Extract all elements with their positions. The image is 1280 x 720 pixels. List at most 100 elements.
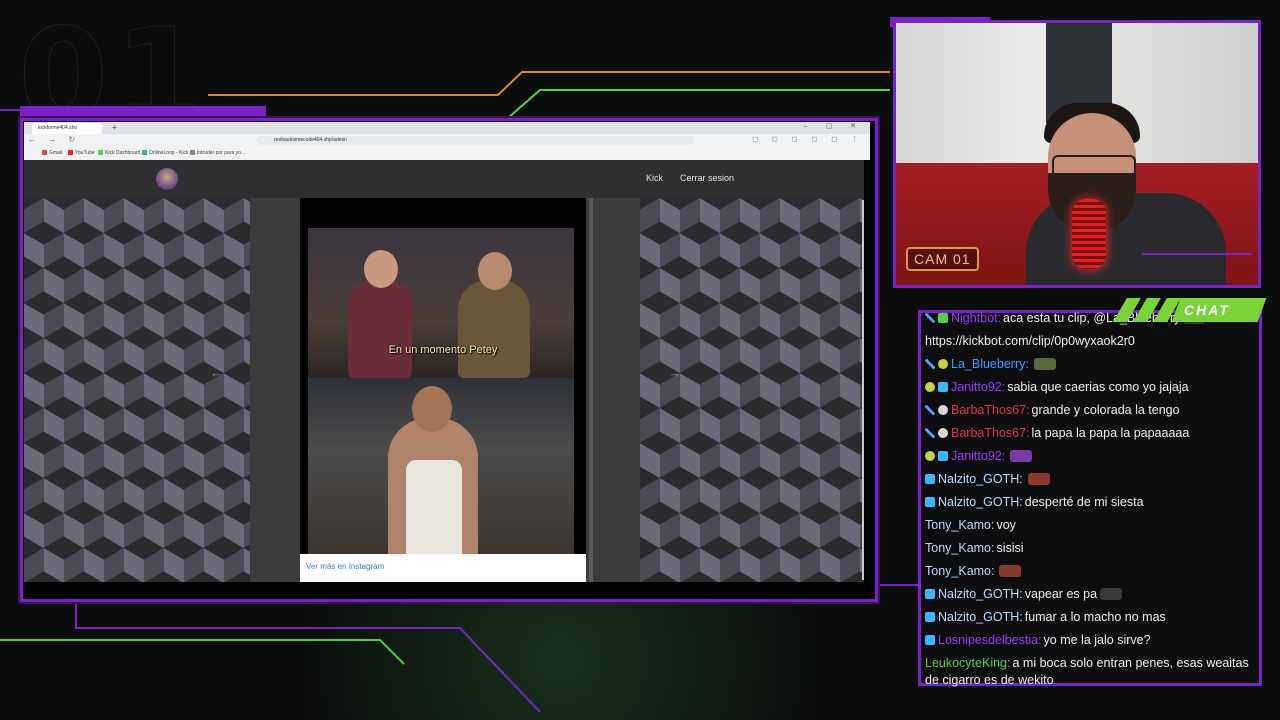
chat-message: Nalzito_GOTH: vapear es pa — [925, 583, 1259, 606]
chat-messages: Nightbot: aca esta tu clip, @La_Blueberry… — [925, 307, 1259, 689]
chat-message: Losnipesdelbestia: yo me la jalo sirve? — [925, 629, 1259, 652]
chat-text: la papa la papa la papaaaaa — [1031, 426, 1190, 440]
emote-icon — [1100, 588, 1123, 600]
chat-username[interactable]: Tony_Kamo: — [925, 541, 994, 555]
microphone — [1072, 199, 1106, 269]
chat-username[interactable]: Tony_Kamo: — [925, 518, 994, 532]
emote-icon — [1010, 450, 1033, 462]
chat-text: yo me la jalo sirve? — [1043, 633, 1151, 647]
chat-username[interactable]: Nalzito_GOTH: — [938, 610, 1023, 624]
coin-badge-icon — [938, 359, 948, 369]
instagram-embed-card: En un momento Petey Ver más en Instagram — [300, 198, 586, 582]
coin-badge-icon — [925, 451, 935, 461]
chat-username[interactable]: Janitto92: — [951, 449, 1005, 463]
chat-text: sisisi — [996, 541, 1024, 555]
chat-text: grande y colorada la tengo — [1031, 403, 1180, 417]
nav-logout-link[interactable]: Cerrar sesion — [680, 173, 734, 183]
chat-username[interactable]: BarbaThos67: — [951, 426, 1030, 440]
chat-username[interactable]: BarbaThos67: — [951, 403, 1030, 417]
chat-text: desperté de mi siesta — [1024, 495, 1144, 509]
chat-username[interactable]: Nalzito_GOTH: — [938, 472, 1023, 486]
chat-message: Tony_Kamo: sisisi — [925, 537, 1259, 560]
chat-panel: Nightbot: aca esta tu clip, @La_Blueberry… — [918, 307, 1262, 689]
cube-badge-icon — [925, 612, 935, 622]
chat-text: sabia que caerias como yo jajaja — [1007, 380, 1189, 394]
video-caption: En un momento Petey — [388, 344, 498, 356]
chat-username[interactable]: Nalzito_GOTH: — [938, 495, 1023, 509]
address-bar[interactable]: reebautosmecode404.shp/admin — [256, 136, 694, 145]
bookmark-youtube[interactable]: YouTube — [68, 150, 95, 156]
gym-man-head — [412, 386, 452, 432]
window-controls[interactable]: – ▢ ✕ — [804, 122, 864, 130]
person-right — [458, 280, 530, 378]
chat-username[interactable]: Tony_Kamo: — [925, 564, 994, 578]
video-player[interactable]: En un momento Petey — [300, 198, 586, 554]
skull-badge-icon — [938, 428, 948, 438]
emote-icon — [1027, 473, 1050, 485]
chat-username[interactable]: Nalzito_GOTH: — [938, 587, 1023, 601]
chat-text: fumar a lo macho no mas — [1024, 610, 1166, 624]
pattern-left — [24, 198, 250, 582]
chat-text: vapear es pa — [1024, 587, 1098, 601]
bookmark-gmail[interactable]: Gmail — [42, 150, 62, 156]
embed-scrollbar[interactable] — [589, 198, 593, 582]
gym-man-shirt — [406, 460, 462, 554]
chat-message: https://kickbot.com/clip/0p0wyxaok2r0 — [925, 330, 1259, 353]
bookmarks-bar: Gmail YouTube Kick Dashboard OnlineLoop … — [24, 147, 870, 160]
emote-icon — [999, 565, 1022, 577]
extensions-icon[interactable]: ◻ ◻ ◻ ◻ ◻ ⋮ — [752, 135, 864, 143]
browser-chrome: kickforme404.sho + – ▢ ✕ ← → ↻ reebautos… — [24, 122, 870, 160]
new-tab-icon[interactable]: + — [112, 123, 117, 133]
chat-message: LeukocyteKing: a mi boca solo entran pene… — [925, 655, 1259, 689]
tab-bar: kickforme404.sho + – ▢ ✕ — [24, 122, 870, 134]
chat-message: Janitto92: — [925, 445, 1259, 468]
chat-username[interactable]: Janitto92: — [951, 380, 1005, 394]
chat-username[interactable]: Losnipesdelbestia: — [938, 633, 1042, 647]
cube-badge-icon — [925, 635, 935, 645]
chat-message: BarbaThos67: la papa la papa la papaaaaa — [925, 422, 1259, 445]
streamer-glasses — [1052, 155, 1136, 177]
person-left-head — [364, 250, 398, 288]
sword-badge-icon — [925, 313, 935, 323]
site-logo[interactable] — [156, 168, 178, 190]
chat-username[interactable]: LeukocyteKing: — [925, 656, 1010, 670]
chat-badge: CHAT — [1112, 298, 1267, 322]
chat-text: voy — [996, 518, 1016, 532]
sword-badge-icon — [925, 405, 935, 415]
chat-message: Tony_Kamo: voy — [925, 514, 1259, 537]
page-scrollbar[interactable] — [862, 200, 864, 580]
chat-message: Janitto92: sabia que caerias como yo jaja… — [925, 376, 1259, 399]
chat-badge-label: CHAT — [1184, 302, 1230, 318]
prev-arrow-icon[interactable]: ← — [210, 365, 223, 380]
next-arrow-icon[interactable]: → — [668, 365, 681, 380]
chat-message: Nalzito_GOTH: fumar a lo macho no mas — [925, 606, 1259, 629]
emote-icon — [1033, 358, 1056, 370]
chat-username[interactable]: Nightbot: — [951, 311, 1001, 325]
bookmark-kick-dashboard[interactable]: Kick Dashboard — [98, 150, 140, 156]
instagram-link[interactable]: Ver más en Instagram — [306, 562, 384, 571]
cube-badge-icon — [925, 474, 935, 484]
video-scene-bottom — [308, 378, 574, 554]
skull-badge-icon — [938, 405, 948, 415]
address-row: ← → ↻ reebautosmecode404.shp/admin ◻ ◻ ◻… — [24, 134, 870, 147]
site-navbar: Kick Cerrar sesion — [24, 160, 864, 198]
sword-badge-icon — [925, 428, 935, 438]
pattern-right — [640, 198, 864, 582]
chat-message: BarbaThos67: grande y colorada la tengo — [925, 399, 1259, 422]
person-right-head — [478, 252, 512, 290]
sword-badge-icon — [925, 359, 935, 369]
cam-label: CAM 01 — [906, 247, 979, 271]
chat-text: https://kickbot.com/clip/0p0wyxaok2r0 — [925, 334, 1135, 348]
chat-username[interactable]: La_Blueberry: — [951, 357, 1029, 371]
bookmark-intruder[interactable]: Intruder por para yo... — [190, 150, 245, 156]
browser-tab[interactable]: kickforme404.sho — [32, 123, 102, 134]
chat-message: Nalzito_GOTH: desperté de mi siesta — [925, 491, 1259, 514]
nav-kick-link[interactable]: Kick — [646, 173, 663, 183]
cube-badge-icon — [938, 382, 948, 392]
coin-badge-icon — [925, 382, 935, 392]
chat-message: La_Blueberry: — [925, 353, 1259, 376]
chat-message: Nalzito_GOTH: — [925, 468, 1259, 491]
nav-buttons-icon[interactable]: ← → ↻ — [28, 135, 80, 144]
web-page: Kick Cerrar sesion ← → En un momento Pet… — [24, 160, 864, 582]
cam-accent-line — [1142, 253, 1252, 255]
